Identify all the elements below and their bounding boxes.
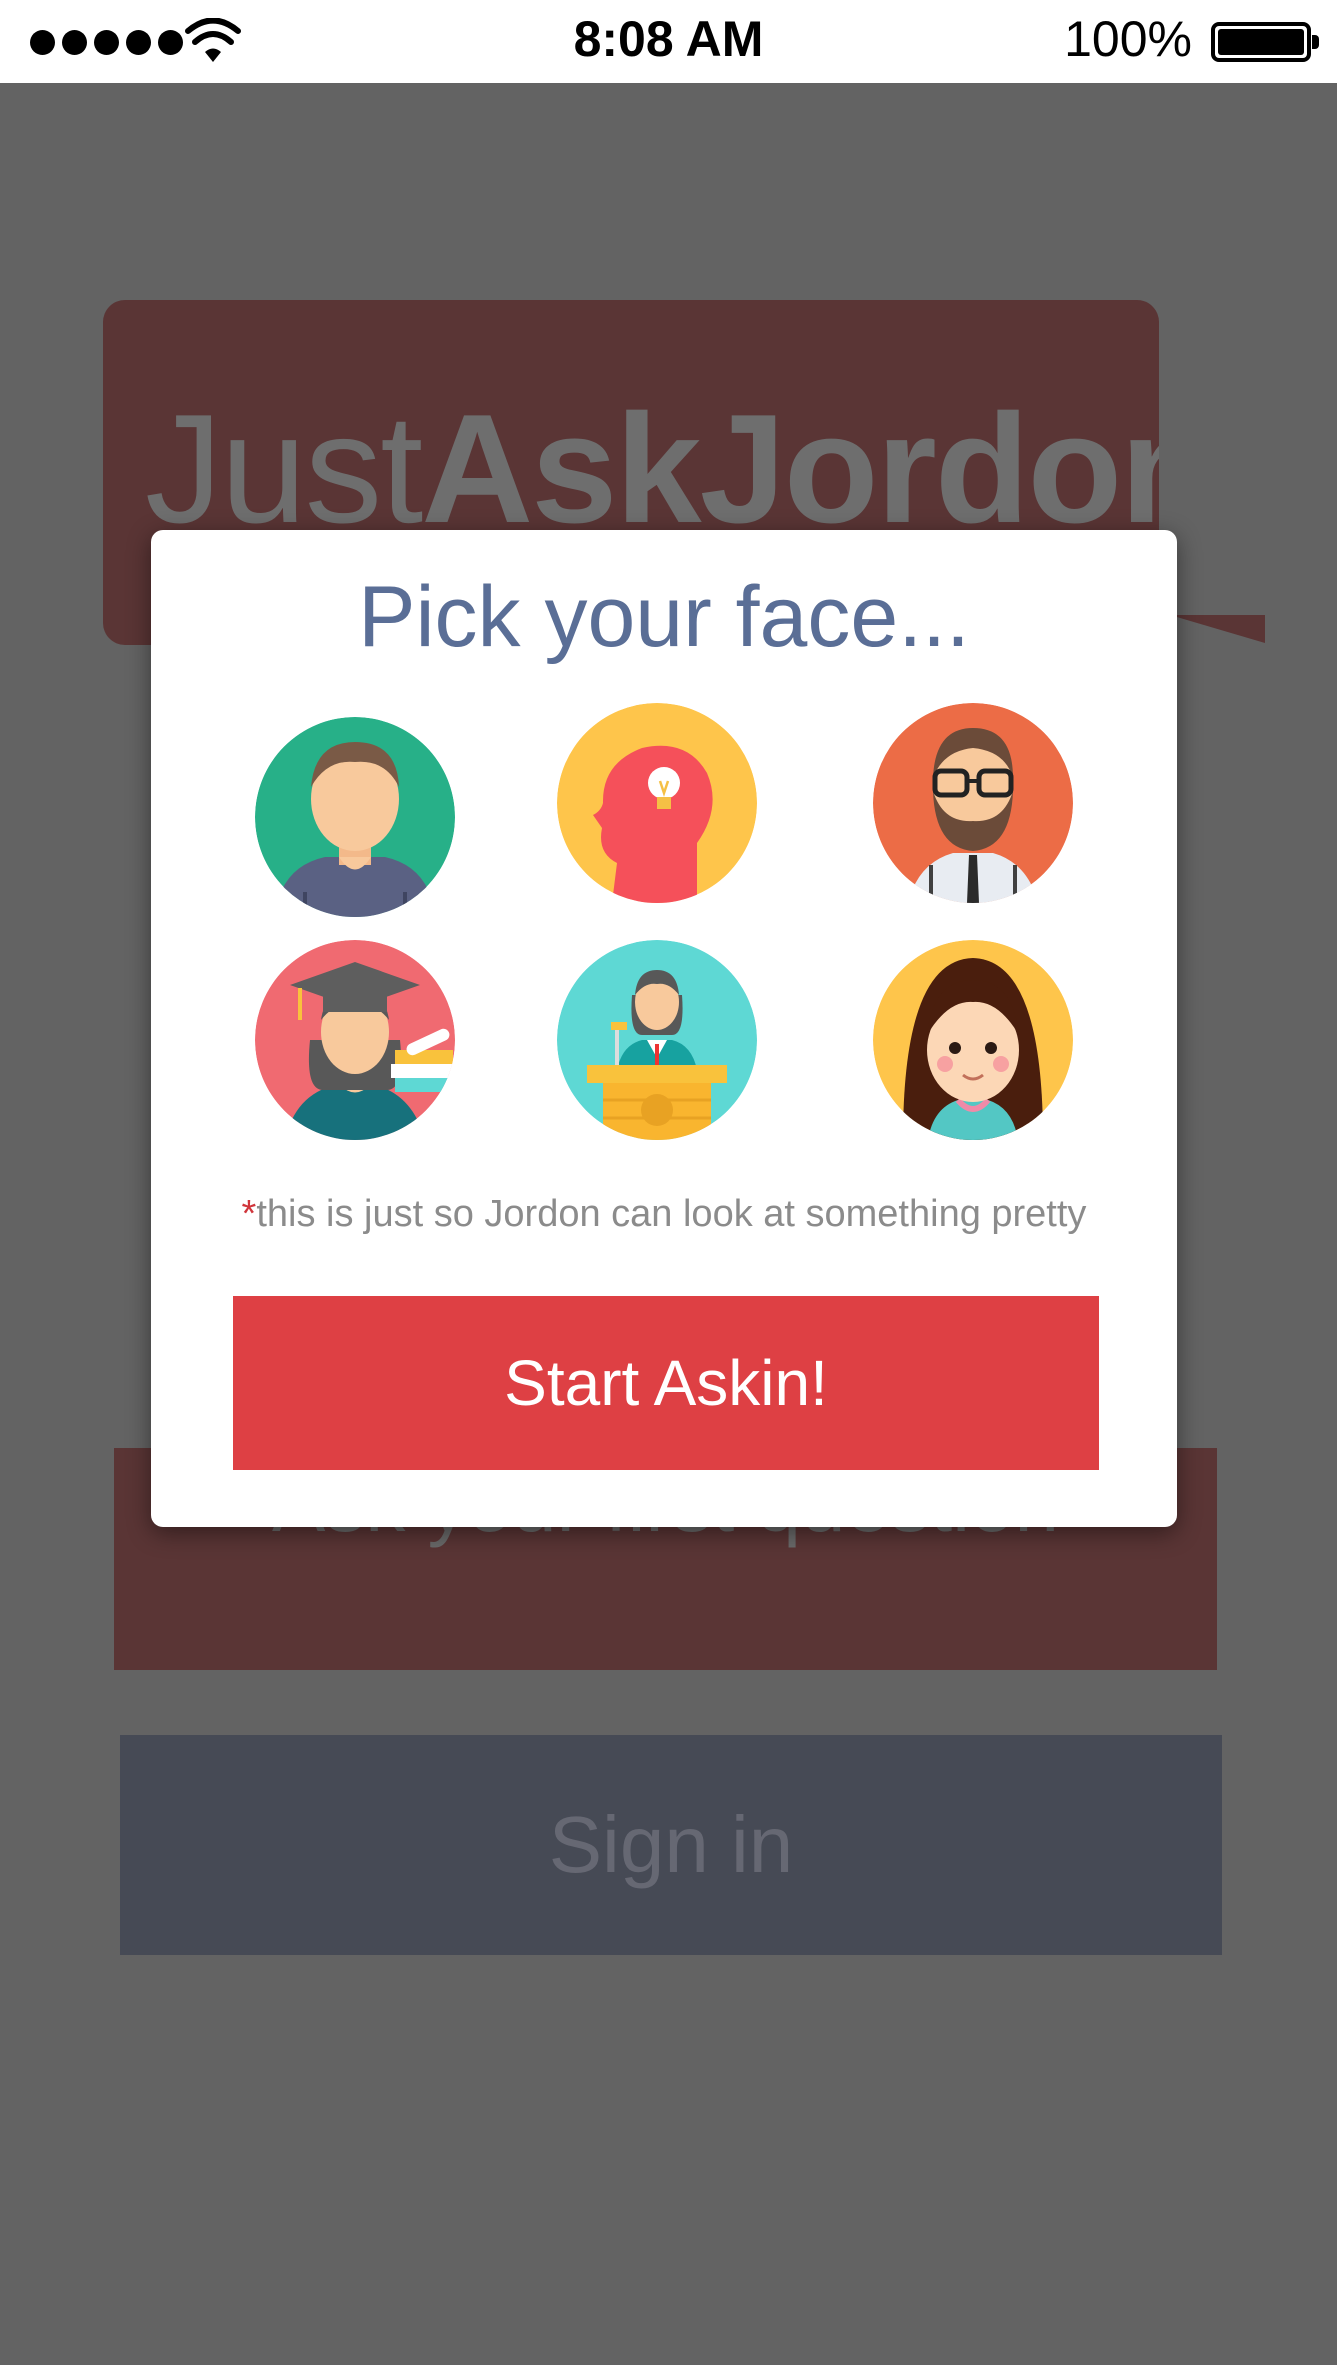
required-asterisk: * xyxy=(241,1193,257,1235)
disclaimer-text: this is just so Jordon can look at somet… xyxy=(256,1193,1087,1235)
speaker-podium-avatar[interactable] xyxy=(557,940,757,1140)
girl-avatar[interactable] xyxy=(873,940,1073,1140)
speech-bubble-tail xyxy=(1170,615,1265,743)
head-lightbulb-avatar[interactable] xyxy=(557,703,757,903)
start-askin-button[interactable]: Start Askin! xyxy=(233,1296,1099,1470)
status-bar: 8:08 AM 100% xyxy=(0,0,1337,83)
man-green-avatar[interactable] xyxy=(255,717,455,917)
battery-percentage: 100% xyxy=(1064,11,1192,67)
battery-icon xyxy=(1211,22,1319,62)
bearded-man-avatar[interactable] xyxy=(873,703,1073,903)
graduate-avatar[interactable] xyxy=(255,940,455,1140)
pick-face-modal: Pick your face... *this is just so Jordo… xyxy=(151,530,1177,1527)
sign-in-button: Sign in xyxy=(120,1735,1222,1955)
disclaimer-note: *this is just so Jordon can look at some… xyxy=(151,1193,1177,1236)
modal-title: Pick your face... xyxy=(358,569,970,665)
